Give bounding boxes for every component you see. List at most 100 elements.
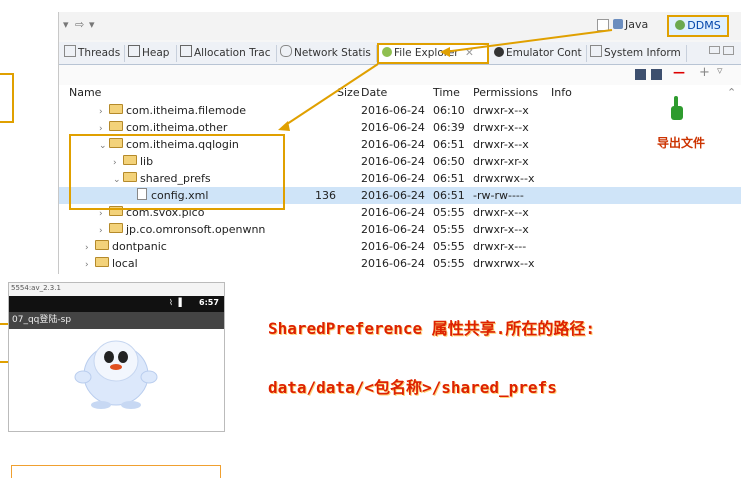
emulator-title: 5554:av_2.3.1 bbox=[11, 284, 61, 292]
file-date: 2016-06-24 bbox=[361, 121, 425, 134]
status-bar: ⌇ ▐ 6:57 bbox=[9, 296, 224, 312]
file-permissions: drwxr-x--x bbox=[473, 121, 529, 134]
file-name: dontpanic bbox=[112, 240, 167, 253]
file-permissions: -rw-rw---- bbox=[473, 189, 524, 202]
maximize-view-icon[interactable] bbox=[723, 46, 734, 55]
column-header-time[interactable]: Time bbox=[433, 86, 460, 99]
file-permissions: drwxr-x--x bbox=[473, 138, 529, 151]
file-date: 2016-06-24 bbox=[361, 155, 425, 168]
file-date: 2016-06-24 bbox=[361, 240, 425, 253]
android-emulator-window: 5554:av_2.3.1 ⌇ ▐ 6:57 07_qq登陆-sp bbox=[8, 282, 225, 478]
java-perspective-icon bbox=[613, 19, 623, 29]
file-date: 2016-06-24 bbox=[361, 138, 425, 151]
file-permissions: drwxr-x--x bbox=[473, 206, 529, 219]
tab-file-explorer[interactable]: File Explorer ✕ bbox=[377, 43, 489, 64]
back-dropdown-icon[interactable]: ▾ bbox=[63, 18, 69, 31]
column-header-size[interactable]: Size bbox=[337, 86, 360, 99]
emulator-icon bbox=[494, 47, 504, 57]
network-icon bbox=[280, 45, 292, 57]
tab-label: System Inform bbox=[604, 47, 681, 59]
tab-label: Heap bbox=[142, 47, 170, 59]
file-time: 05:55 bbox=[433, 240, 465, 253]
column-header-info[interactable]: Info bbox=[551, 86, 572, 99]
tab-label: Threads bbox=[78, 47, 121, 59]
minimize-view-icon[interactable] bbox=[709, 46, 720, 54]
perspective-java-label: Java bbox=[625, 18, 649, 31]
tab-label: File Explorer bbox=[394, 47, 459, 59]
tab-allocation-tracker[interactable]: Allocation Trac bbox=[177, 45, 277, 62]
folder-icon bbox=[95, 240, 109, 250]
file-name: com.itheima.other bbox=[126, 121, 228, 134]
open-perspective-icon[interactable] bbox=[597, 19, 609, 31]
perspective-ddms[interactable]: DDMS bbox=[667, 15, 729, 37]
tab-heap[interactable]: Heap bbox=[125, 45, 177, 62]
table-row[interactable]: › local 2016-06-24 05:55 drwxrwx--x bbox=[59, 255, 741, 272]
file-time: 06:51 bbox=[433, 189, 465, 202]
app-title-bar: 07_qq登陆-sp bbox=[9, 312, 224, 329]
perspective-bar: ▾ ⇨ ▾ Java DDMS bbox=[59, 12, 741, 40]
file-time: 06:39 bbox=[433, 121, 465, 134]
tab-threads[interactable]: Threads bbox=[61, 45, 125, 62]
forward-arrow-icon[interactable]: ⇨ bbox=[75, 18, 84, 31]
file-explorer-icon bbox=[382, 47, 392, 57]
delete-icon[interactable]: — bbox=[673, 65, 685, 79]
file-time: 06:10 bbox=[433, 104, 465, 117]
new-folder-icon[interactable]: + bbox=[699, 65, 710, 80]
pointing-hand-icon bbox=[671, 96, 683, 120]
tab-label: Emulator Cont bbox=[506, 47, 582, 59]
tab-label: Network Statis bbox=[294, 47, 371, 59]
file-permissions: drwxr-x--x bbox=[473, 223, 529, 236]
table-header: Name Size Date Time Permissions Info ⌃ bbox=[59, 85, 741, 103]
column-header-name[interactable]: Name bbox=[69, 86, 101, 99]
username-input[interactable] bbox=[11, 465, 221, 478]
close-icon[interactable]: ✕ bbox=[465, 47, 474, 59]
table-row[interactable]: › com.itheima.filemode 2016-06-24 06:10 d… bbox=[59, 102, 741, 119]
expand-chevron-icon[interactable]: › bbox=[85, 257, 95, 274]
file-permissions: drwxr-xr-x bbox=[473, 155, 529, 168]
system-info-icon bbox=[590, 45, 602, 57]
table-row[interactable]: › jp.co.omronsoft.openwnn 2016-06-24 05:5… bbox=[59, 221, 741, 238]
highlight-box-qqlogin bbox=[69, 134, 285, 210]
heap-icon bbox=[128, 45, 140, 57]
export-file-annotation: 导出文件 bbox=[657, 136, 706, 150]
folder-icon bbox=[109, 104, 123, 114]
file-size: 136 bbox=[315, 189, 336, 202]
view-menu-icon[interactable]: ▿ bbox=[717, 64, 723, 77]
perspective-ddms-label: DDMS bbox=[687, 19, 721, 32]
file-permissions: drwxrwx--x bbox=[473, 172, 535, 185]
status-clock: 6:57 bbox=[199, 298, 219, 307]
file-time: 05:55 bbox=[433, 206, 465, 219]
folder-icon bbox=[95, 257, 109, 267]
file-date: 2016-06-24 bbox=[361, 223, 425, 236]
scroll-up-icon[interactable]: ⌃ bbox=[727, 86, 736, 99]
file-explorer-toolbar: — + ▿ bbox=[59, 64, 741, 85]
file-date: 2016-06-24 bbox=[361, 189, 425, 202]
table-row[interactable]: › dontpanic 2016-06-24 05:55 drwxr-x--- bbox=[59, 238, 741, 255]
penguin-mascot-icon bbox=[74, 340, 158, 409]
tab-system-information[interactable]: System Inform bbox=[587, 45, 687, 62]
file-date: 2016-06-24 bbox=[361, 257, 425, 270]
caption-shared-preference: SharedPreference 属性共享.所在的路径: bbox=[268, 319, 596, 338]
folder-icon bbox=[109, 121, 123, 131]
forward-dropdown-icon[interactable]: ▾ bbox=[89, 18, 95, 31]
tab-emulator-control[interactable]: Emulator Cont bbox=[491, 45, 587, 62]
eclipse-ddms-window: ▾ ⇨ ▾ Java DDMS Threads Heap Allocation … bbox=[58, 12, 741, 274]
column-header-permissions[interactable]: Permissions bbox=[473, 86, 538, 99]
ddms-perspective-icon bbox=[675, 20, 686, 30]
highlight-box-left-top bbox=[0, 73, 14, 123]
tab-network-statistics[interactable]: Network Statis bbox=[277, 45, 377, 62]
file-time: 06:51 bbox=[433, 172, 465, 185]
folder-icon bbox=[109, 223, 123, 233]
column-header-date[interactable]: Date bbox=[361, 86, 387, 99]
pull-file-icon[interactable] bbox=[635, 69, 646, 80]
threads-icon bbox=[64, 45, 76, 57]
view-tab-bar: Threads Heap Allocation Trac Network Sta… bbox=[59, 42, 741, 65]
caption-path: data/data/<包名称>/shared_prefs bbox=[268, 378, 557, 397]
perspective-java[interactable]: Java bbox=[609, 17, 652, 33]
file-time: 05:55 bbox=[433, 223, 465, 236]
file-name: jp.co.omronsoft.openwnn bbox=[126, 223, 266, 236]
allocation-icon bbox=[180, 45, 192, 57]
push-file-icon[interactable] bbox=[651, 69, 662, 80]
file-permissions: drwxr-x--x bbox=[473, 104, 529, 117]
file-time: 06:51 bbox=[433, 138, 465, 151]
